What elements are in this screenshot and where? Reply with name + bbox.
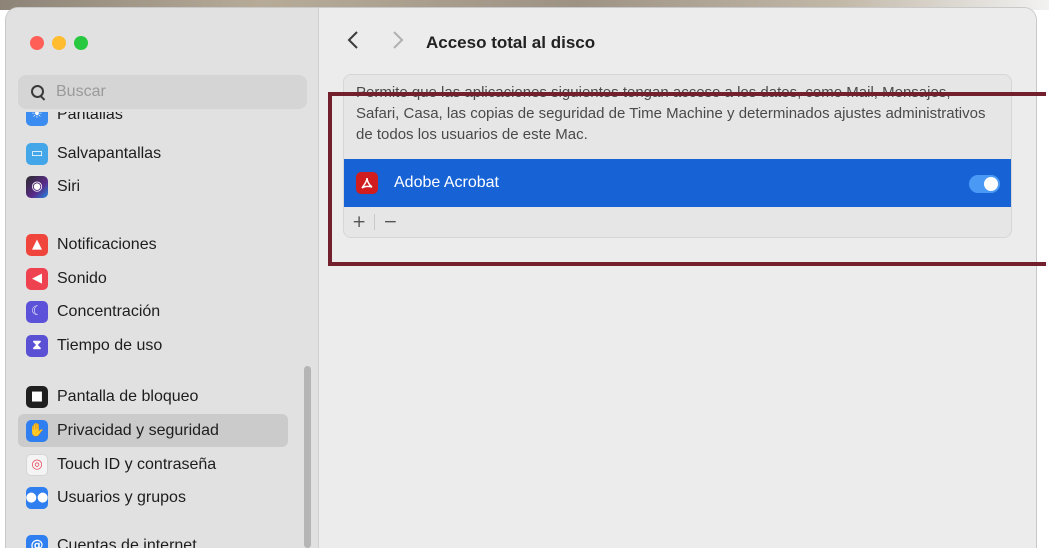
zoom-window-button[interactable] xyxy=(74,36,88,50)
sidebar-item-pantalla-de-bloqueo[interactable]: ■ Pantalla de bloqueo xyxy=(18,380,288,413)
moon-icon: ☾ xyxy=(26,301,48,323)
forward-button[interactable] xyxy=(391,30,405,57)
sidebar-item-privacidad-y-seguridad[interactable]: ✋ Privacidad y seguridad xyxy=(18,414,288,447)
back-button[interactable] xyxy=(346,30,360,57)
sidebar-item-pantallas[interactable]: ☀ Pantallas xyxy=(18,112,288,131)
users-icon: ●● xyxy=(26,487,48,509)
toolbar: Acceso total al disco xyxy=(319,8,1036,74)
speaker-icon: ◀ xyxy=(26,268,48,290)
search-icon xyxy=(30,84,46,100)
sidebar-scrollbar[interactable] xyxy=(304,366,311,548)
sidebar-list: ☀ Pantallas ▭ Salvapantallas ◉ Siri ▲ No… xyxy=(6,112,318,548)
hand-icon: ✋ xyxy=(26,420,48,442)
sidebar-item-sonido[interactable]: ◀ Sonido xyxy=(18,262,288,295)
display-icon: ☀ xyxy=(26,112,48,126)
main-content: Acceso total al disco Permite que las ap… xyxy=(319,8,1036,548)
screensaver-icon: ▭ xyxy=(26,143,48,165)
search-field[interactable] xyxy=(18,75,307,109)
sidebar-item-notificaciones[interactable]: ▲ Notificaciones xyxy=(18,228,288,261)
sidebar-item-touch-id[interactable]: ◎ Touch ID y contraseña xyxy=(18,448,288,481)
fingerprint-icon: ◎ xyxy=(26,454,48,476)
settings-window: ☀ Pantallas ▭ Salvapantallas ◉ Siri ▲ No… xyxy=(6,8,1036,548)
chevron-left-icon xyxy=(346,30,360,50)
hourglass-icon: ⧗ xyxy=(26,335,48,357)
bell-icon: ▲ xyxy=(26,234,48,256)
lock-icon: ■ xyxy=(26,386,48,408)
sidebar-item-cuentas-de-internet[interactable]: @ Cuentas de internet xyxy=(18,529,288,548)
close-window-button[interactable] xyxy=(30,36,44,50)
siri-icon: ◉ xyxy=(26,176,48,198)
sidebar-item-tiempo-de-uso[interactable]: ⧗ Tiempo de uso xyxy=(18,329,288,362)
sidebar-item-salvapantallas[interactable]: ▭ Salvapantallas xyxy=(18,137,288,170)
minimize-window-button[interactable] xyxy=(52,36,66,50)
chevron-right-icon xyxy=(391,30,405,50)
search-input[interactable] xyxy=(54,82,298,102)
at-icon: @ xyxy=(26,535,48,548)
page-title: Acceso total al disco xyxy=(426,33,595,53)
sidebar-item-usuarios-y-grupos[interactable]: ●● Usuarios y grupos xyxy=(18,481,288,514)
window-controls xyxy=(30,36,88,50)
annotation-highlight-box xyxy=(328,92,1046,266)
sidebar-item-concentracion[interactable]: ☾ Concentración xyxy=(18,295,288,328)
sidebar: ☀ Pantallas ▭ Salvapantallas ◉ Siri ▲ No… xyxy=(6,8,319,548)
sidebar-item-siri[interactable]: ◉ Siri xyxy=(18,170,288,203)
